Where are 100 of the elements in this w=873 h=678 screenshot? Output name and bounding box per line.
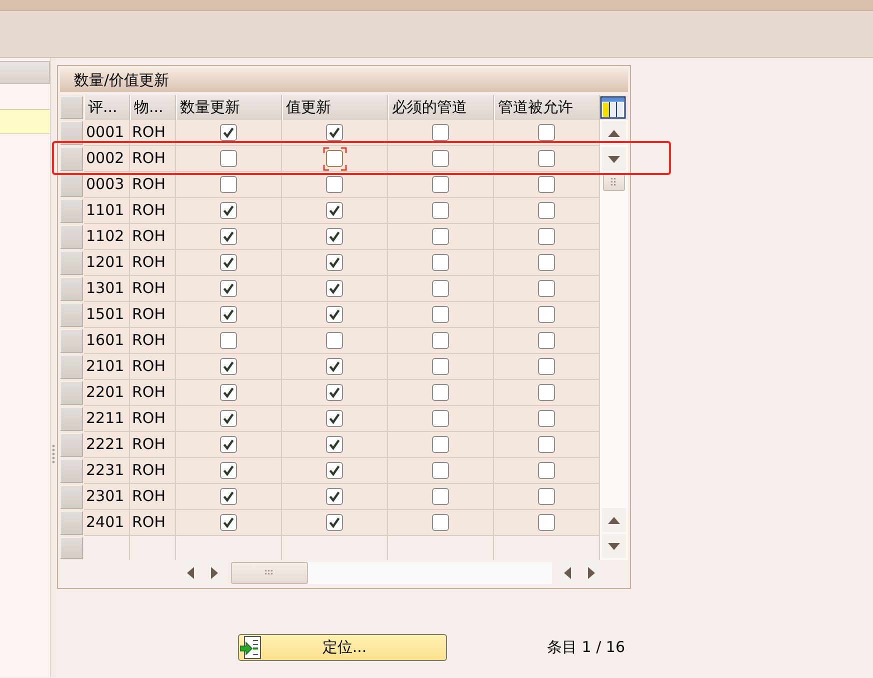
checkbox[interactable] xyxy=(432,254,449,271)
checkbox[interactable] xyxy=(220,202,237,219)
checkbox[interactable] xyxy=(326,436,343,453)
checkbox[interactable] xyxy=(432,462,449,479)
row-selector[interactable] xyxy=(60,277,83,301)
checkbox[interactable] xyxy=(432,306,449,323)
checkbox[interactable] xyxy=(432,124,449,141)
checkbox[interactable] xyxy=(538,436,555,453)
checkbox[interactable] xyxy=(220,280,237,297)
row-selector[interactable] xyxy=(60,303,83,327)
checkbox[interactable] xyxy=(432,410,449,427)
checkbox[interactable] xyxy=(220,254,237,271)
checkbox[interactable] xyxy=(538,358,555,375)
row-selector[interactable] xyxy=(60,537,83,559)
row-selector[interactable] xyxy=(60,199,83,223)
checkbox[interactable] xyxy=(220,228,237,245)
checkbox[interactable] xyxy=(220,462,237,479)
row-selector[interactable] xyxy=(60,329,83,353)
column-header[interactable]: 评... xyxy=(84,95,130,120)
checkbox[interactable] xyxy=(538,410,555,427)
checkbox[interactable] xyxy=(220,358,237,375)
column-header[interactable]: 物... xyxy=(130,95,176,120)
checkbox[interactable] xyxy=(326,514,343,531)
row-selector[interactable] xyxy=(60,225,83,249)
row-selector[interactable] xyxy=(60,355,83,379)
checkbox[interactable] xyxy=(538,462,555,479)
locate-button[interactable]: 定位... xyxy=(238,634,447,661)
checkbox[interactable] xyxy=(432,488,449,505)
checkbox[interactable] xyxy=(326,228,343,245)
checkbox[interactable] xyxy=(538,124,555,141)
checkbox[interactable] xyxy=(432,384,449,401)
checkbox[interactable] xyxy=(538,384,555,401)
row-selector[interactable] xyxy=(60,407,83,431)
checkbox[interactable] xyxy=(326,332,343,349)
input-field[interactable] xyxy=(0,109,50,134)
checkbox[interactable] xyxy=(538,202,555,219)
checkbox[interactable] xyxy=(220,124,237,141)
table-cell: ROH xyxy=(130,224,176,250)
checkbox[interactable] xyxy=(220,150,237,167)
checkbox[interactable] xyxy=(432,358,449,375)
row-selector[interactable] xyxy=(60,433,83,457)
checkbox[interactable] xyxy=(432,228,449,245)
column-header[interactable]: 管道被允许 xyxy=(494,95,600,120)
checkbox[interactable] xyxy=(220,410,237,427)
checkbox[interactable] xyxy=(538,254,555,271)
scroll-down-button[interactable] xyxy=(602,147,626,171)
row-selector[interactable] xyxy=(60,147,83,171)
scroll-down-button[interactable] xyxy=(602,534,626,558)
checkbox[interactable] xyxy=(326,306,343,323)
columns-icon[interactable] xyxy=(600,96,626,119)
checkbox[interactable] xyxy=(432,280,449,297)
row-selector[interactable] xyxy=(60,173,83,197)
select-all-button[interactable] xyxy=(60,96,83,119)
vertical-scrollbar[interactable] xyxy=(600,120,628,560)
column-header[interactable]: 数量更新 xyxy=(176,95,282,120)
row-selector[interactable] xyxy=(60,251,83,275)
checkbox[interactable] xyxy=(220,332,237,349)
checkbox[interactable] xyxy=(538,150,555,167)
checkbox[interactable] xyxy=(326,150,343,167)
scroll-thumb[interactable] xyxy=(231,562,308,584)
checkbox[interactable] xyxy=(326,410,343,427)
column-header[interactable]: 必须的管道 xyxy=(388,95,494,120)
checkbox[interactable] xyxy=(538,280,555,297)
checkbox[interactable] xyxy=(220,384,237,401)
checkbox[interactable] xyxy=(432,202,449,219)
checkbox[interactable] xyxy=(326,280,343,297)
checkbox[interactable] xyxy=(326,488,343,505)
checkbox[interactable] xyxy=(432,150,449,167)
checkbox[interactable] xyxy=(326,254,343,271)
checkbox[interactable] xyxy=(220,514,237,531)
grip-icon[interactable] xyxy=(52,445,55,463)
checkbox[interactable] xyxy=(326,124,343,141)
checkbox[interactable] xyxy=(538,488,555,505)
checkbox[interactable] xyxy=(326,462,343,479)
checkbox[interactable] xyxy=(538,332,555,349)
checkbox[interactable] xyxy=(326,202,343,219)
scroll-up-button[interactable] xyxy=(602,508,626,532)
checkbox[interactable] xyxy=(432,332,449,349)
checkbox[interactable] xyxy=(220,176,237,193)
row-selector[interactable] xyxy=(60,381,83,405)
checkbox[interactable] xyxy=(432,514,449,531)
row-selector[interactable] xyxy=(60,511,83,535)
scroll-up-button[interactable] xyxy=(602,121,626,145)
row-selector[interactable] xyxy=(60,121,83,145)
checkbox[interactable] xyxy=(326,384,343,401)
checkbox[interactable] xyxy=(538,514,555,531)
row-selector[interactable] xyxy=(60,485,83,509)
table-cell: 1201 xyxy=(84,250,130,276)
checkbox[interactable] xyxy=(432,176,449,193)
column-header[interactable]: 值更新 xyxy=(282,95,388,120)
checkbox[interactable] xyxy=(220,306,237,323)
row-selector[interactable] xyxy=(60,459,83,483)
checkbox[interactable] xyxy=(326,358,343,375)
checkbox[interactable] xyxy=(220,436,237,453)
checkbox[interactable] xyxy=(220,488,237,505)
checkbox[interactable] xyxy=(538,228,555,245)
checkbox[interactable] xyxy=(326,176,343,193)
checkbox[interactable] xyxy=(432,436,449,453)
checkbox[interactable] xyxy=(538,306,555,323)
checkbox[interactable] xyxy=(538,176,555,193)
